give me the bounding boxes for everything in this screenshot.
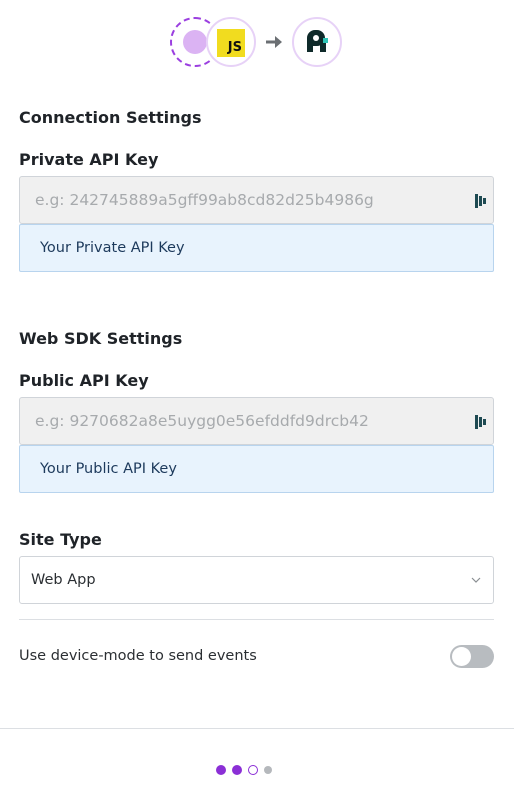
device-mode-label: Use device-mode to send events: [19, 648, 257, 664]
step-dot-4: [264, 766, 272, 774]
toggle-knob: [452, 647, 471, 666]
public-api-key-input[interactable]: e.g: 9270682a8e5uygg0e56efddfd9drcb42: [19, 397, 494, 445]
site-type-label: Site Type: [19, 530, 102, 549]
divider: [19, 619, 494, 620]
destination-logo-icon: [292, 17, 342, 67]
public-api-key-hint: Your Public API Key: [19, 445, 494, 493]
private-api-key-placeholder: e.g: 242745889a5gff99ab8cd82d25b4986g: [35, 191, 374, 209]
step-dot-3: [248, 765, 258, 775]
site-type-select[interactable]: Web App: [19, 556, 494, 604]
private-api-key-hint: Your Private API Key: [19, 224, 494, 272]
public-api-key-placeholder: e.g: 9270682a8e5uygg0e56efddfd9drcb42: [35, 412, 369, 430]
chevron-down-icon: [471, 577, 481, 583]
step-dot-2: [232, 765, 242, 775]
connection-settings-title: Connection Settings: [19, 108, 202, 127]
site-type-value: Web App: [31, 572, 96, 588]
public-api-key-label: Public API Key: [19, 371, 149, 390]
step-indicator: [216, 764, 272, 776]
web-sdk-settings-title: Web SDK Settings: [19, 329, 183, 348]
private-api-key-label: Private API Key: [19, 150, 159, 169]
footer-divider: [0, 728, 514, 729]
password-manager-icon[interactable]: [475, 415, 487, 429]
device-mode-toggle[interactable]: [450, 645, 494, 668]
password-manager-icon[interactable]: [475, 194, 487, 208]
javascript-icon: JS: [206, 17, 256, 67]
js-badge: JS: [217, 29, 245, 57]
arrow-right-icon: [266, 36, 282, 48]
integration-header: JS: [0, 0, 514, 84]
step-dot-1: [216, 765, 226, 775]
private-api-key-input[interactable]: e.g: 242745889a5gff99ab8cd82d25b4986g: [19, 176, 494, 224]
